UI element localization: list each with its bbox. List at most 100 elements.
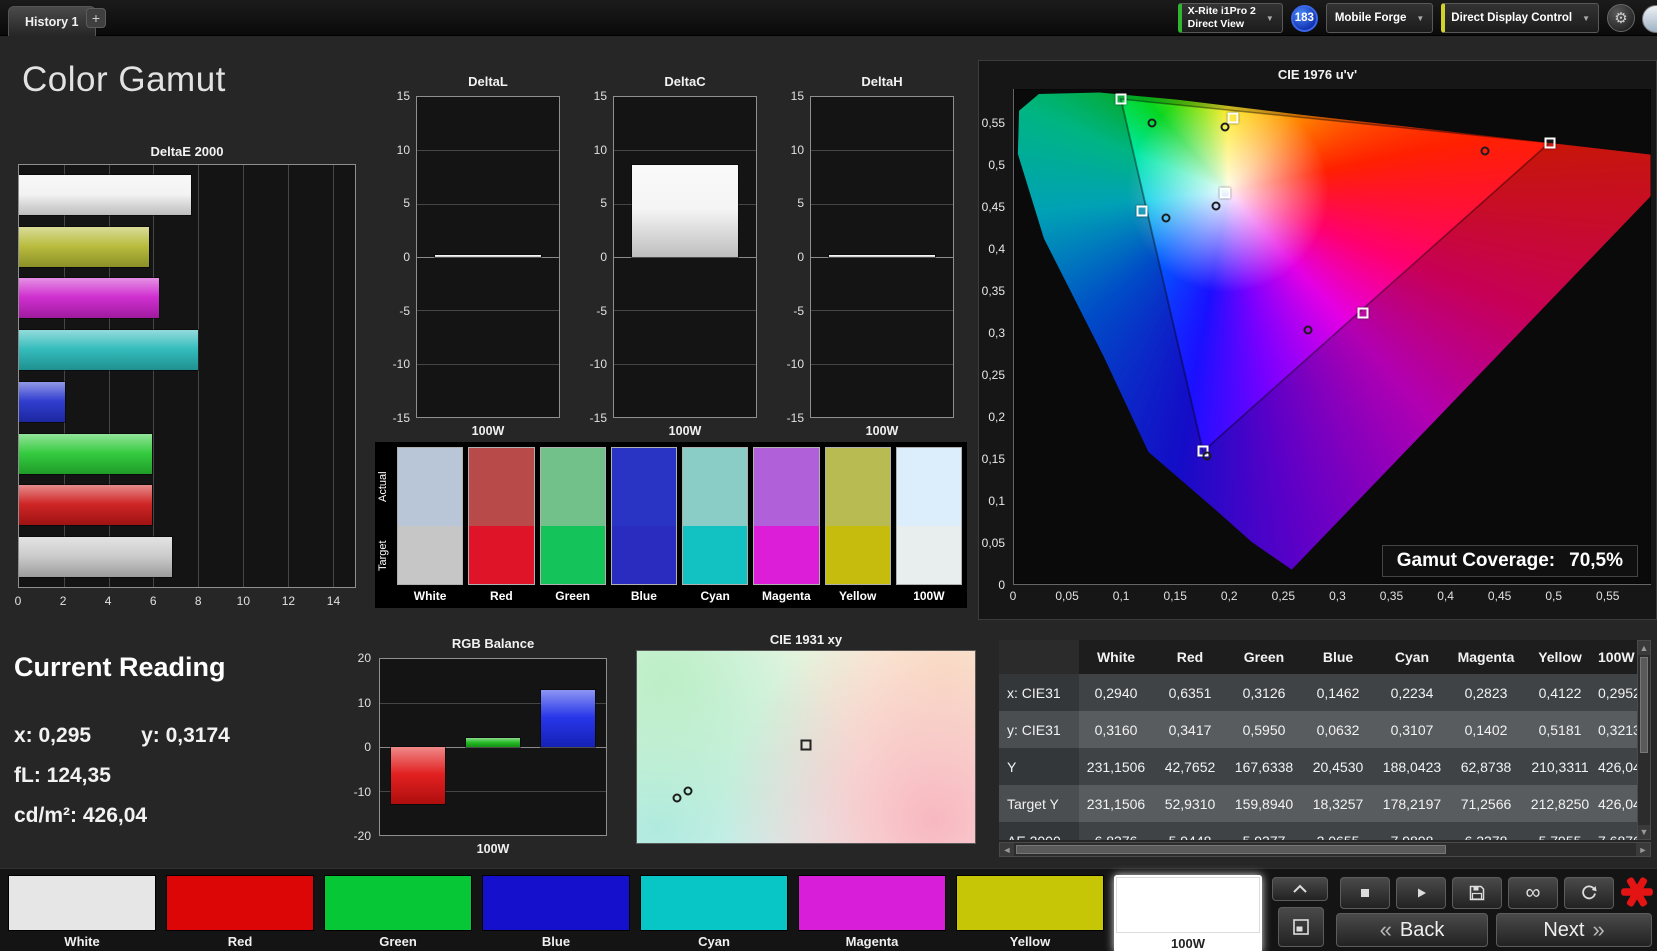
- rgb-plot: [379, 658, 607, 836]
- table-header-row: White Red Green Blue Cyan Magenta Yellow 100W: [999, 640, 1637, 674]
- chart-title: CIE 1976 u'v': [1277, 67, 1358, 82]
- table-horizontal-scrollbar[interactable]: ◄ ►: [999, 842, 1651, 857]
- gridline: [417, 203, 559, 205]
- table-cell: 178,2197: [1375, 785, 1449, 822]
- table-cell: 0,5181: [1523, 711, 1597, 748]
- scrollbar-thumb[interactable]: [1016, 845, 1446, 854]
- axis-tick-label: 0,35: [981, 283, 1005, 298]
- axis-tick-label: 10: [593, 142, 607, 157]
- patch-100w[interactable]: 100W: [1114, 875, 1262, 951]
- deltae2000-plot: [18, 164, 356, 588]
- scroll-left-icon[interactable]: ◄: [1000, 843, 1014, 856]
- display-control-dropdown[interactable]: Direct Display Control ▼: [1441, 3, 1599, 33]
- save-button[interactable]: [1452, 877, 1502, 909]
- scroll-down-icon[interactable]: ▼: [1638, 825, 1650, 839]
- gridline: [417, 257, 559, 258]
- table-vertical-scrollbar[interactable]: ▲ ▼: [1637, 640, 1651, 840]
- back-chevron-icon: «: [1379, 917, 1392, 942]
- gridline: [811, 150, 953, 152]
- row-label: Target Y: [999, 785, 1079, 822]
- table-cell: 0,4122: [1523, 674, 1597, 711]
- swatch-actual: [469, 448, 534, 526]
- top-bar: History 1 + X-Rite i1Pro 2 Direct View ▼…: [0, 0, 1657, 36]
- swatch-target: [398, 526, 463, 584]
- gridline: [417, 363, 559, 365]
- stop-button[interactable]: [1340, 877, 1390, 909]
- gridline: [811, 203, 953, 205]
- patch-yellow[interactable]: Yellow: [956, 875, 1104, 951]
- axis-tick-label: 5: [797, 196, 804, 211]
- play-button[interactable]: [1396, 877, 1446, 909]
- add-tab-button[interactable]: +: [86, 8, 106, 28]
- column-header: [999, 640, 1079, 674]
- table-cell: 210,3311: [1523, 748, 1597, 785]
- swatch-stack: [468, 447, 535, 585]
- gamut-triangle-overlay: [1014, 89, 1651, 584]
- chart-title: DeltaE 2000: [150, 144, 224, 159]
- source-dropdown[interactable]: Mobile Forge ▼: [1325, 3, 1434, 33]
- reading-xy: x: 0,295 y: 0,3174: [14, 724, 230, 748]
- meter-dropdown[interactable]: X-Rite i1Pro 2 Direct View ▼: [1177, 3, 1283, 33]
- chart-title: DeltaC: [664, 74, 706, 89]
- column-header: Red: [1153, 640, 1227, 674]
- axis-tick-label: 0: [14, 594, 22, 608]
- cie-measured-magenta: [1303, 325, 1313, 335]
- calibration-app-window: History 1 + X-Rite i1Pro 2 Direct View ▼…: [0, 0, 1657, 951]
- patch-green[interactable]: Green: [324, 875, 472, 951]
- display-control-label: Direct Display Control: [1451, 12, 1573, 24]
- table-cell: 0,2234: [1375, 674, 1449, 711]
- table-cell: 18,3257: [1301, 785, 1375, 822]
- target-row-label: Target: [377, 540, 389, 572]
- axis-tick-label: 0: [998, 578, 1005, 592]
- continuous-measure-button[interactable]: ∞: [1508, 877, 1558, 909]
- cie1931-panel: CIE 1931 xy: [634, 630, 978, 848]
- axis-tick-label: -15: [786, 411, 804, 425]
- table-cell: 20,4530: [1301, 748, 1375, 785]
- tab-history-1[interactable]: History 1: [8, 6, 96, 36]
- bar-row: [19, 380, 355, 423]
- axis-tick-label: 10: [236, 594, 251, 608]
- window-pattern-button[interactable]: [1278, 907, 1324, 947]
- patch-label: Red: [227, 934, 253, 949]
- patch-red[interactable]: Red: [166, 875, 314, 951]
- chevron-down-icon: ▼: [1265, 13, 1274, 23]
- swatch-target: [469, 526, 534, 584]
- next-button[interactable]: Next »: [1496, 913, 1652, 947]
- actual-row-label: Actual: [377, 471, 389, 503]
- cie-target-yellow: [1227, 112, 1239, 124]
- axis-tick-label: 0,55: [1596, 589, 1620, 603]
- bar-row: [19, 329, 355, 372]
- row-label: ΔE 2000: [999, 822, 1079, 840]
- collapse-panel-button[interactable]: [1272, 877, 1328, 901]
- axis-tick-label: 0,3: [988, 325, 1005, 340]
- swatch-label: Cyan: [700, 589, 730, 603]
- swatch-label: Blue: [630, 589, 657, 603]
- patch-white[interactable]: White: [8, 875, 156, 951]
- alert-asterisk-icon[interactable]: [1618, 873, 1656, 911]
- settings-button[interactable]: ⚙: [1607, 4, 1635, 32]
- loop-measure-button[interactable]: [1564, 877, 1614, 909]
- back-button[interactable]: « Back: [1336, 913, 1488, 947]
- patch-blue[interactable]: Blue: [482, 875, 630, 951]
- table-cell: 0,2940: [1079, 674, 1153, 711]
- edge-partial-button[interactable]: [1642, 5, 1657, 33]
- scrollbar-thumb[interactable]: [1640, 657, 1648, 753]
- axis-tick-label: 0: [403, 250, 410, 264]
- cie-measured-green: [1147, 118, 1157, 128]
- patch-magenta[interactable]: Magenta: [798, 875, 946, 951]
- axis-tick-label: 0,45: [1487, 589, 1512, 603]
- cie-measured-cyan: [1161, 213, 1171, 223]
- scroll-right-icon[interactable]: ►: [1636, 843, 1650, 856]
- swatch-stack: [397, 447, 464, 585]
- swatch-comparison-strip: Actual Target White Red Green Blue Cyan Magen…: [375, 442, 967, 608]
- measurement-table: White Red Green Blue Cyan Magenta Yellow 100W x…: [999, 640, 1637, 840]
- axis-tick-label: 15: [396, 89, 410, 103]
- swatch-column-100w: 100W: [895, 447, 962, 608]
- scroll-up-icon[interactable]: ▲: [1638, 641, 1650, 655]
- patch-cyan[interactable]: Cyan: [640, 875, 788, 951]
- rgb-x-category: 100W: [476, 842, 510, 856]
- gridline: [614, 310, 756, 312]
- bar-row: [19, 432, 355, 475]
- patch-swatch: [8, 875, 156, 931]
- table-cell: 231,1506: [1079, 748, 1153, 785]
